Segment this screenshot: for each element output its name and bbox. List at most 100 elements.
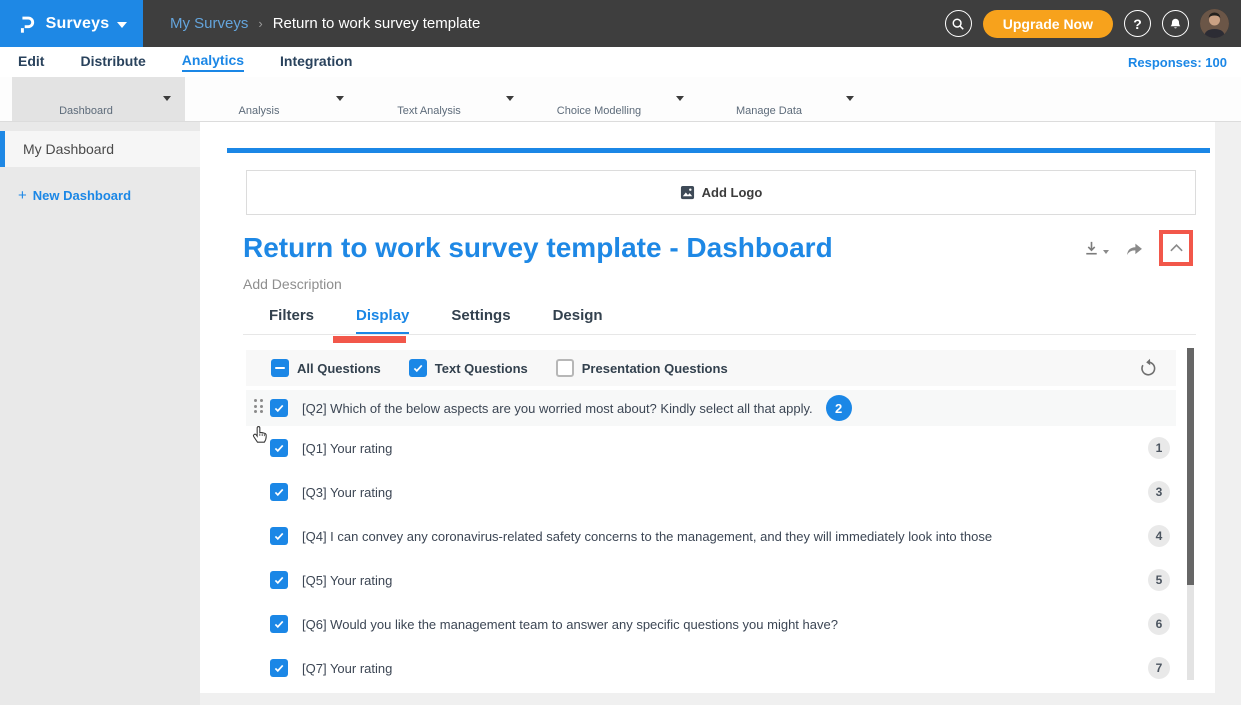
- product-name: Surveys: [46, 15, 110, 33]
- search-button[interactable]: [945, 10, 972, 37]
- question-row[interactable]: [Q7] Your rating 7: [246, 650, 1176, 686]
- toolbar-choice-modelling[interactable]: Choice Modelling: [525, 77, 698, 121]
- nav-integration[interactable]: Integration: [280, 53, 352, 71]
- nav-analytics[interactable]: Analytics: [182, 52, 244, 72]
- plus-icon: +: [18, 187, 27, 204]
- tab-design[interactable]: Design: [553, 307, 603, 334]
- question-checkbox[interactable]: [270, 527, 288, 545]
- collapse-header-button[interactable]: [1159, 230, 1193, 266]
- question-text: [Q3] Your rating: [302, 485, 392, 500]
- toolbar-text-analysis-label: Text Analysis: [397, 105, 461, 117]
- question-text: [Q4] I can convey any coronavirus-relate…: [302, 529, 992, 544]
- annotation-highlight-display-tab: [333, 336, 406, 343]
- reset-icon: [1138, 357, 1160, 379]
- responses-count[interactable]: Responses: 100: [1128, 47, 1227, 77]
- tab-filters[interactable]: Filters: [269, 307, 314, 334]
- search-icon: [951, 17, 965, 31]
- breadcrumb-separator: ›: [258, 16, 262, 31]
- bell-icon: [1169, 17, 1182, 31]
- new-dashboard-button[interactable]: + New Dashboard: [18, 187, 200, 204]
- chevron-down-icon[interactable]: [676, 96, 684, 101]
- question-checkbox[interactable]: [270, 571, 288, 589]
- question-row[interactable]: [Q5] Your rating 5: [246, 562, 1176, 598]
- analytics-toolbar: Dashboard Analysis Text Analysis: [0, 77, 1241, 122]
- add-logo-label: Add Logo: [702, 185, 763, 200]
- nav-edit[interactable]: Edit: [18, 53, 44, 71]
- reset-order-button[interactable]: [1138, 357, 1160, 379]
- chevron-down-icon[interactable]: [506, 96, 514, 101]
- filter-text-questions[interactable]: Text Questions: [409, 359, 528, 377]
- image-icon: [680, 185, 695, 200]
- toolbar-dashboard-label: Dashboard: [59, 105, 113, 117]
- breadcrumb-current: Return to work survey template: [273, 15, 481, 32]
- question-row[interactable]: [Q1] Your rating 1: [246, 430, 1176, 466]
- toolbar-choice-modelling-label: Choice Modelling: [557, 105, 641, 117]
- scrollbar-track[interactable]: [1187, 348, 1194, 680]
- question-checkbox[interactable]: [270, 483, 288, 501]
- question-checkbox[interactable]: [270, 399, 288, 417]
- avatar-photo: [1200, 9, 1229, 38]
- nav-distribute[interactable]: Distribute: [80, 53, 145, 71]
- breadcrumb-my-surveys[interactable]: My Surveys: [170, 15, 248, 32]
- text-grid-icon: [414, 80, 444, 104]
- questionpro-logo-icon: [16, 12, 38, 36]
- toolbar-text-analysis[interactable]: Text Analysis: [355, 77, 528, 121]
- share-button[interactable]: [1122, 236, 1146, 260]
- checkbox-indeterminate-icon[interactable]: [271, 359, 289, 377]
- add-description-field[interactable]: Add Description: [243, 276, 342, 292]
- drag-handle-icon[interactable]: [254, 399, 264, 417]
- chevron-down-icon[interactable]: [846, 96, 854, 101]
- download-button[interactable]: [1082, 239, 1109, 258]
- filter-presentation-questions[interactable]: Presentation Questions: [556, 359, 728, 377]
- question-order-badge: 6: [1148, 613, 1170, 635]
- chevron-down-icon[interactable]: [336, 96, 344, 101]
- download-icon: [1082, 239, 1101, 258]
- dashboard-panel: Add Logo Return to work survey template …: [200, 122, 1215, 693]
- tab-settings[interactable]: Settings: [451, 307, 510, 334]
- question-row[interactable]: [Q4] I can convey any coronavirus-relate…: [246, 518, 1176, 554]
- toolbar-analysis[interactable]: Analysis: [185, 77, 358, 121]
- dashboard-accent-bar: [227, 148, 1210, 153]
- checkbox-unchecked-icon[interactable]: [556, 359, 574, 377]
- user-avatar[interactable]: [1200, 9, 1229, 38]
- dashboard-tabs: Filters Display Settings Design: [243, 307, 1196, 335]
- scrollbar-thumb[interactable]: [1187, 348, 1194, 585]
- question-text: [Q2] Which of the below aspects are you …: [302, 401, 813, 416]
- dashboard-title: Return to work survey template - Dashboa…: [243, 232, 833, 264]
- sidebar-item-my-dashboard[interactable]: My Dashboard: [0, 131, 200, 167]
- toolbar-manage-data-label: Manage Data: [736, 105, 802, 117]
- question-checkbox[interactable]: [270, 615, 288, 633]
- question-mark-icon: ?: [1133, 16, 1142, 32]
- help-button[interactable]: ?: [1124, 10, 1151, 37]
- upgrade-now-button[interactable]: Upgrade Now: [983, 10, 1113, 38]
- notifications-button[interactable]: [1162, 10, 1189, 37]
- new-dashboard-label: New Dashboard: [33, 188, 131, 203]
- toolbar-dashboard[interactable]: Dashboard: [12, 77, 185, 121]
- dashboard-sidebar: My Dashboard + New Dashboard: [0, 122, 200, 705]
- breadcrumb: My Surveys › Return to work survey templ…: [170, 0, 480, 47]
- chevron-down-icon: [117, 22, 127, 28]
- question-filter-bar: All Questions Text Questions Presentatio…: [246, 350, 1176, 386]
- chevron-down-icon[interactable]: [163, 96, 171, 101]
- question-order-badge: 3: [1148, 481, 1170, 503]
- share-icon: [1124, 239, 1145, 257]
- question-order-badge: 5: [1148, 569, 1170, 591]
- question-row[interactable]: [Q6] Would you like the management team …: [246, 606, 1176, 642]
- question-row[interactable]: [Q2] Which of the below aspects are you …: [246, 390, 1176, 426]
- filter-all-questions[interactable]: All Questions: [271, 359, 381, 377]
- toolbar-analysis-label: Analysis: [239, 105, 280, 117]
- checkbox-checked-icon[interactable]: [409, 359, 427, 377]
- tab-display[interactable]: Display: [356, 307, 409, 334]
- question-text: [Q5] Your rating: [302, 573, 392, 588]
- toolbar-manage-data[interactable]: Manage Data: [695, 77, 868, 121]
- analysis-chart-icon: [244, 80, 274, 104]
- question-text: [Q6] Would you like the management team …: [302, 617, 838, 632]
- question-row[interactable]: [Q3] Your rating 3: [246, 474, 1176, 510]
- question-order-badge: 4: [1148, 525, 1170, 547]
- question-checkbox[interactable]: [270, 659, 288, 677]
- add-logo-dropzone[interactable]: Add Logo: [246, 170, 1196, 215]
- product-switcher[interactable]: Surveys: [0, 0, 143, 47]
- question-text: [Q7] Your rating: [302, 661, 392, 676]
- question-text: [Q1] Your rating: [302, 441, 392, 456]
- question-checkbox[interactable]: [270, 439, 288, 457]
